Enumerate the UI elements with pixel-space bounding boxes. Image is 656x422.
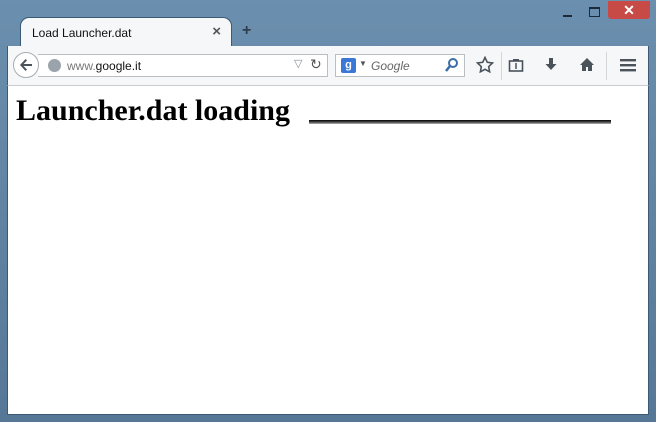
navigation-toolbar: www.google.it ▽ ↻ g ▼ Google (7, 46, 649, 86)
bookmark-star-icon[interactable] (474, 54, 496, 76)
close-icon: ✕ (623, 2, 635, 18)
url-text[interactable]: www.google.it (67, 59, 141, 73)
search-icon[interactable] (445, 57, 459, 78)
back-arrow-icon (20, 59, 32, 71)
home-icon[interactable] (576, 54, 598, 76)
reload-icon[interactable]: ↻ (310, 56, 322, 73)
download-icon[interactable] (540, 54, 562, 76)
browser-window: ✕ Load Launcher.dat × + www.google.it ▽ … (0, 0, 656, 422)
dropdown-icon[interactable]: ▽ (294, 57, 302, 70)
tab-title: Load Launcher.dat (32, 26, 132, 40)
loading-bar (309, 120, 611, 124)
search-engine-badge[interactable]: g (341, 58, 356, 73)
search-placeholder: Google (371, 59, 410, 73)
search-bar[interactable]: g ▼ Google (335, 54, 465, 77)
search-engine-dropdown-icon[interactable]: ▼ (359, 59, 367, 68)
page-heading: Launcher.dat loading (16, 94, 290, 127)
reading-list-icon[interactable] (505, 54, 527, 76)
tab-close-icon[interactable]: × (212, 23, 221, 40)
back-button[interactable] (13, 52, 39, 78)
toolbar-separator (606, 52, 607, 80)
url-bar[interactable]: www.google.it ▽ ↻ (38, 54, 328, 77)
maximize-icon (588, 7, 600, 17)
minimize-button[interactable] (556, 2, 578, 22)
globe-icon (48, 59, 61, 72)
new-tab-button[interactable]: + (242, 22, 251, 40)
close-window-button[interactable]: ✕ (608, 1, 650, 19)
menu-icon[interactable] (617, 54, 639, 76)
minimize-icon (562, 15, 572, 17)
toolbar-separator (501, 52, 502, 80)
maximize-button[interactable] (582, 2, 606, 22)
tab-active[interactable]: Load Launcher.dat × (20, 17, 232, 47)
page-content: Launcher.dat loading (7, 86, 649, 415)
